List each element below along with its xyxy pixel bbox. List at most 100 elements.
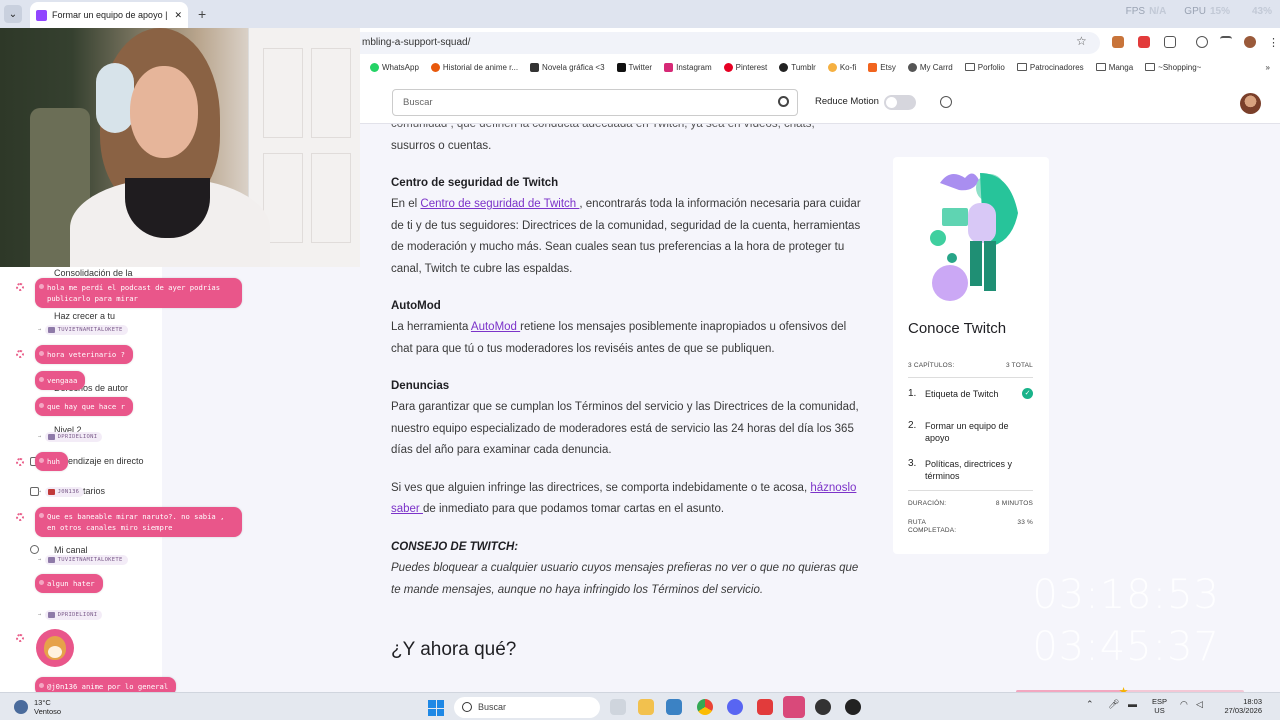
bookmark-favicon-icon <box>370 62 379 72</box>
bookmark-favicon-icon <box>723 62 733 72</box>
tray-app-icon[interactable]: ▬ <box>1128 699 1137 709</box>
bookmark-item[interactable]: Novela gráfica <3 <box>530 62 605 72</box>
profile-avatar-icon[interactable] <box>1244 36 1256 48</box>
chat-message: huh <box>35 452 68 471</box>
file-explorer-icon[interactable] <box>638 699 654 715</box>
extension-icon[interactable] <box>1112 36 1124 48</box>
chat-username: → DPRIDELIONI <box>38 609 103 621</box>
folder-icon <box>1016 63 1027 71</box>
browser-menu-icon[interactable]: ⋮ <box>1268 36 1280 49</box>
bookmark-label: My Carrd <box>919 62 953 72</box>
microphone-icon[interactable]: 🎤︎ <box>1108 699 1119 710</box>
section-title-reports: Denuncias <box>391 380 450 392</box>
bookmark-label: Porfolio <box>977 62 1005 72</box>
search-input[interactable]: Buscar <box>392 89 798 116</box>
bookmark-item[interactable]: Ko-fi <box>827 62 856 72</box>
reduce-motion-toggle[interactable] <box>884 95 916 110</box>
bookmark-favicon-icon <box>779 62 789 72</box>
divider <box>908 377 1033 378</box>
bookmark-favicon-icon <box>616 62 626 72</box>
chapter-item[interactable]: 3. Políticas, directrices y términos <box>908 458 1033 482</box>
bookmark-item[interactable]: Patrocinadores <box>1016 63 1084 72</box>
section-title-safety-center: Centro de seguridad de Twitch <box>391 177 559 189</box>
reduce-motion-label: Reduce Motion <box>815 96 879 107</box>
chat-message: algun hater <box>35 574 103 593</box>
bookmark-label: Etsy <box>880 62 896 72</box>
bookmarks-overflow-button[interactable]: » <box>1266 63 1270 72</box>
article-intro-tail: susurros o cuentas. <box>391 139 492 152</box>
course-card: Conoce Twitch 3 CAPÍTULOS: 3 TOTAL 1. Etiq… <box>893 157 1049 554</box>
reading-list-icon[interactable] <box>1220 36 1232 48</box>
chat-message: Que es baneable mirar naruto?. no sabía … <box>35 507 242 537</box>
bookmark-item[interactable]: Twitter <box>616 62 653 72</box>
cpu-readout: 43% <box>1251 6 1272 17</box>
extension-icon[interactable] <box>1138 36 1150 48</box>
app-icon[interactable] <box>757 699 773 715</box>
site-header: Buscar Reduce Motion <box>360 76 1280 124</box>
fps-readout: FPS N/A <box>1125 6 1167 17</box>
chrome-icon[interactable] <box>697 699 713 715</box>
chapter-item[interactable]: 1. Etiqueta de Twitch ✓ <box>908 388 1033 400</box>
bookmark-label: Historial de anime r... <box>442 62 519 72</box>
weather-icon <box>14 700 28 714</box>
new-tab-button[interactable]: + <box>198 6 206 22</box>
bookmark-favicon-icon <box>430 62 440 72</box>
windows-start-icon[interactable] <box>428 700 444 716</box>
bookmark-item[interactable]: Porfolio <box>964 62 1005 72</box>
language-indicator[interactable]: ESP US <box>1152 697 1167 715</box>
app-icon[interactable] <box>845 699 861 715</box>
bookmark-item[interactable]: My Carrd <box>907 62 953 72</box>
user-avatar[interactable] <box>1240 93 1261 114</box>
chat-gear-icon <box>16 513 24 521</box>
section-body-reports: Para garantizar que se cumplan los Térmi… <box>391 401 859 456</box>
bookmark-item[interactable]: Instagram <box>664 62 712 72</box>
chat-gear-icon <box>16 634 24 642</box>
tab-title: Formar un equipo de apoyo | Tw <box>52 10 170 20</box>
automod-link[interactable]: AutoMod <box>471 321 520 333</box>
volume-icon[interactable]: ◁ <box>1196 699 1203 710</box>
search-icon[interactable] <box>778 96 789 107</box>
downloads-icon[interactable] <box>1196 36 1208 48</box>
weather-widget[interactable]: 13°C Ventoso <box>14 698 61 716</box>
sidenav-item[interactable]: Haz crecer a tu <box>54 311 115 321</box>
system-clock[interactable]: 18:03 27/03/2026 <box>1210 697 1262 715</box>
url-field[interactable]: mbling-a-support-squad/ <box>360 32 1100 54</box>
sidenav-item[interactable]: Consolidación de la <box>54 268 133 278</box>
tab-list-chevron-icon[interactable]: ⌄ <box>4 5 22 23</box>
wifi-icon[interactable]: ◠ <box>1180 699 1188 710</box>
discord-icon[interactable] <box>727 699 743 715</box>
browser-tab-active[interactable]: Formar un equipo de apoyo | Tw ✕ <box>30 2 188 28</box>
bookmark-item[interactable]: ~Shopping~ <box>1145 63 1201 72</box>
safety-center-link[interactable]: Centro de seguridad de Twitch <box>420 198 579 210</box>
obs-app-icon[interactable] <box>783 696 805 718</box>
chat-panel: Consolidación de la Haz crecer a tu Dere… <box>0 267 360 696</box>
close-tab-icon[interactable]: ✕ <box>174 10 182 21</box>
section-title-automod: AutoMod <box>391 300 441 312</box>
chapter-item[interactable]: 2. Formar un equipo de apoyo <box>908 420 1033 444</box>
photos-app-icon[interactable] <box>666 699 682 715</box>
bookmark-favicon-icon <box>827 62 837 72</box>
extensions-puzzle-icon[interactable] <box>1164 36 1176 48</box>
bookmark-item[interactable]: Etsy <box>868 62 896 72</box>
chapters-meta: 3 CAPÍTULOS: 3 TOTAL <box>908 362 1033 369</box>
bookmark-label: Twitter <box>628 62 653 72</box>
language-globe-icon[interactable] <box>940 96 952 108</box>
bookmark-item[interactable]: WhatsApp <box>370 62 419 72</box>
bookmark-item[interactable]: Manga <box>1095 62 1134 72</box>
bookmark-item[interactable]: Pinterest <box>723 62 768 72</box>
bookmark-label: Pinterest <box>735 62 768 72</box>
stream-timers: 03:18:53 03:45:37 <box>1032 572 1220 670</box>
user-icon <box>30 545 39 554</box>
folder-icon <box>1145 63 1156 71</box>
task-view-icon[interactable] <box>610 699 626 715</box>
app-icon[interactable] <box>815 699 831 715</box>
taskbar-search[interactable]: Buscar <box>454 697 600 718</box>
timer-2: 03:45:37 <box>1032 624 1220 670</box>
bookmarks-bar: WhatsApp Historial de anime r... Novela gr… <box>360 58 1280 76</box>
tray-chevron-icon[interactable]: ⌃ <box>1086 699 1094 710</box>
bookmark-label: WhatsApp <box>382 62 419 72</box>
bookmark-item[interactable]: Historial de anime r... <box>430 62 519 72</box>
bookmark-item[interactable]: Tumblr <box>779 62 816 72</box>
bookmark-label: Manga <box>1108 62 1134 72</box>
bookmark-star-icon[interactable]: ☆ <box>1076 34 1087 48</box>
